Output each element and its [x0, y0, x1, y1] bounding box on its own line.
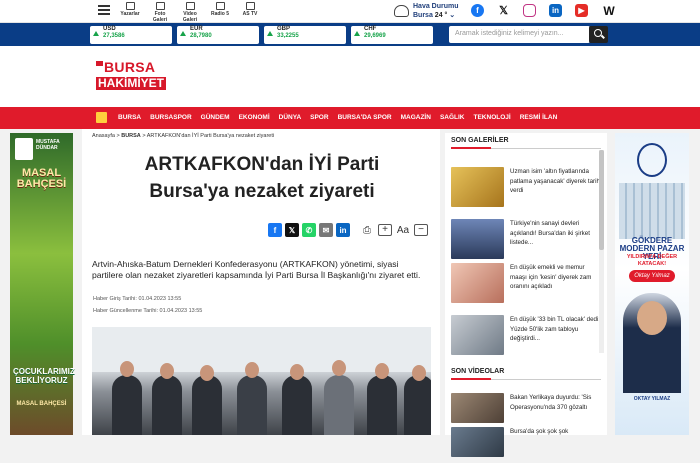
- search-input[interactable]: Aramak istediğiniz kelimeyi yazın...: [449, 26, 590, 43]
- radio-icon: [215, 2, 225, 10]
- breadcrumb-home[interactable]: Anasayfa: [92, 133, 115, 139]
- video-thumbnail: [451, 393, 504, 423]
- social-links: f 𝕏 in ▶ W: [471, 4, 617, 18]
- video-item[interactable]: Bursa'da şok şok şok: [451, 427, 603, 463]
- up-arrow-icon: [354, 31, 360, 36]
- camera-icon: [155, 2, 165, 10]
- ad-title: MASAL BAHÇESİ: [16, 167, 67, 190]
- quicklink-yazarlar[interactable]: Yazarlar: [117, 2, 143, 23]
- article: Anasayfa > BURSA > ARTKAFKON'dan İYİ Par…: [82, 129, 440, 435]
- x-icon[interactable]: 𝕏: [497, 4, 510, 17]
- municipality-seal: [637, 143, 667, 177]
- article-summary: Artvin-Ahıska-Batum Dernekleri Konfedera…: [92, 259, 421, 280]
- nav-item-bursaspor[interactable]: BURSASPOR: [150, 114, 192, 121]
- municipality-logo: [15, 138, 33, 160]
- ad-slogan: ÇOCUKLARIMIZ BEKLİYORUZ: [13, 367, 75, 385]
- font-decrease-icon[interactable]: −: [414, 224, 428, 236]
- nav-item-spor[interactable]: SPOR: [310, 114, 328, 121]
- nav-item-ekonomi[interactable]: EKONOMİ: [239, 114, 270, 121]
- w-icon[interactable]: W: [601, 4, 617, 18]
- right-ad-banner[interactable]: GÖKDERE MODERN PAZAR YERİ YILDIRIM'A DEĞ…: [615, 133, 689, 435]
- top-bar: Yazarlar Foto Galeri Video Galeri Radio …: [0, 0, 700, 23]
- main-nav: BURSA BURSASPOR GÜNDEM EKONOMİ DÜNYA SPO…: [0, 107, 700, 129]
- home-icon[interactable]: [96, 112, 107, 123]
- facebook-icon[interactable]: f: [471, 4, 484, 17]
- video-icon: [185, 2, 195, 10]
- share-buttons: f 𝕏 ✆ ✉ in: [268, 223, 350, 237]
- quicklink-video-galeri[interactable]: Video Galeri: [177, 2, 203, 23]
- currency-chf: CHF 29,6969: [351, 26, 433, 44]
- linkedin-icon[interactable]: in: [549, 4, 562, 17]
- linkedin-share-icon[interactable]: in: [336, 223, 350, 237]
- quicklink-foto-galeri[interactable]: Foto Galeri: [147, 2, 173, 23]
- article-headline: ARTKAFKON'dan İYİ Parti Bursa'ya nezaket…: [144, 154, 380, 202]
- nav-item-dunya[interactable]: DÜNYA: [279, 114, 302, 121]
- gallery-thumbnail: [451, 315, 504, 355]
- weather-temp: 24 °: [434, 12, 448, 19]
- site-logo[interactable]: BURSA HAKİMİYET: [96, 60, 166, 90]
- chevron-down-icon: ⌄: [449, 12, 456, 19]
- signature: Oktay Yılmaz: [629, 270, 675, 282]
- quicklink-tv[interactable]: AS TV: [237, 2, 263, 23]
- currency-eur: EUR 28,7980: [177, 26, 259, 44]
- whatsapp-share-icon[interactable]: ✆: [302, 223, 316, 237]
- search-icon[interactable]: [589, 26, 608, 43]
- x-share-icon[interactable]: 𝕏: [285, 223, 299, 237]
- ad-subtitle: MASAL BAHÇESİ: [16, 401, 67, 407]
- ad-footer: OKTAY YILMAZ: [633, 396, 671, 402]
- gallery-thumbnail: [451, 263, 504, 303]
- currency-gbp: GBP 33,2255: [264, 26, 346, 44]
- video-thumbnail: [451, 427, 504, 457]
- menu-icon[interactable]: [98, 5, 110, 15]
- gallery-thumbnail: [451, 167, 504, 207]
- breadcrumb-current: ARTKAFKON'dan İYİ Parti Bursa'ya nezaket…: [146, 133, 275, 139]
- cloud-icon: [394, 5, 409, 17]
- mail-share-icon[interactable]: ✉: [319, 223, 333, 237]
- nav-item-gundem[interactable]: GÜNDEM: [201, 114, 230, 121]
- nav-item-bursada-spor[interactable]: BURSA'DA SPOR: [338, 114, 392, 121]
- entry-date: Haber Giriş Tarihi: 01.04.2023 13:55: [93, 296, 182, 302]
- facebook-share-icon[interactable]: f: [268, 223, 282, 237]
- update-date: Haber Güncellenme Tarihi: 01.04.2023 13:…: [93, 308, 203, 314]
- print-icon[interactable]: ⎙: [360, 223, 374, 237]
- breadcrumb-category[interactable]: BURSA: [121, 133, 141, 139]
- instagram-icon[interactable]: [523, 4, 536, 17]
- breadcrumb: Anasayfa > BURSA > ARTKAFKON'dan İYİ Par…: [92, 133, 275, 139]
- up-arrow-icon: [180, 31, 186, 36]
- tv-icon: [245, 2, 255, 10]
- currency-usd: USD 27,3586: [90, 26, 172, 44]
- videos-title: SON VİDEOLAR: [451, 368, 505, 375]
- flag-icon: [96, 61, 103, 66]
- up-arrow-icon: [93, 31, 99, 36]
- up-arrow-icon: [267, 31, 273, 36]
- building-illustration: [619, 183, 685, 239]
- gallery-thumbnail: [451, 219, 504, 259]
- nav-item-magazin[interactable]: MAGAZİN: [401, 114, 431, 121]
- sidebar: SON GALERİLER Uzman isim 'altın fiyatlar…: [445, 133, 607, 457]
- article-tools: ⎙ + Aa −: [360, 223, 428, 237]
- font-size-label: Aa: [396, 224, 410, 236]
- weather-widget[interactable]: Hava Durumu Bursa 24 ° ⌄: [394, 2, 459, 20]
- nav-item-resmi-ilan[interactable]: RESMİ İLAN: [520, 114, 558, 121]
- galleries-title: SON GALERİLER: [451, 137, 509, 144]
- youtube-icon[interactable]: ▶: [575, 4, 588, 17]
- video-item[interactable]: Bakan Yerlikaya duyurdu: 'Sis Operasyonu…: [451, 393, 603, 429]
- nav-item-bursa[interactable]: BURSA: [118, 114, 141, 121]
- nav-item-saglik[interactable]: SAĞLIK: [440, 114, 465, 121]
- gallery-scrollbar[interactable]: [599, 150, 604, 353]
- header-logo-area: BURSA HAKİMİYET: [0, 46, 700, 107]
- article-photo[interactable]: [92, 327, 431, 435]
- pen-icon: [125, 2, 135, 10]
- quicklink-radio[interactable]: Radio 5: [207, 2, 233, 23]
- quick-links: Yazarlar Foto Galeri Video Galeri Radio …: [117, 2, 263, 23]
- nav-item-teknoloji[interactable]: TEKNOLOJİ: [474, 114, 511, 121]
- weather-city: Bursa: [413, 12, 433, 19]
- font-increase-icon[interactable]: +: [378, 224, 392, 236]
- ad-slogan: YILDIRIM'A DEĞER KATACAK!: [626, 254, 678, 267]
- weather-title: Hava Durumu: [413, 3, 459, 10]
- left-ad-banner[interactable]: MUSTAFA DÜNDAR MASAL BAHÇESİ ÇOCUKLARIMI…: [10, 133, 75, 435]
